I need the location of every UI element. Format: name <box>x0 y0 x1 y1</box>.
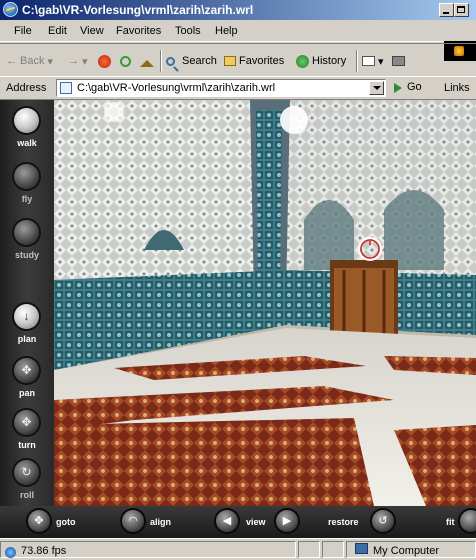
zone-label: My Computer <box>373 545 440 557</box>
go-label: Go <box>407 81 422 93</box>
pan-label: pan <box>18 388 35 398</box>
go-arrow-icon <box>392 81 404 93</box>
address-field[interactable] <box>56 79 386 97</box>
history-label: History <box>312 55 347 67</box>
stop-icon <box>98 54 111 68</box>
chevron-down-icon: ▾ <box>47 55 53 68</box>
pan-button[interactable]: ✥ <box>14 358 39 383</box>
forward-button[interactable]: → ▾ <box>68 52 88 70</box>
mail-button[interactable]: ▾ <box>362 52 384 70</box>
align-label: align <box>150 517 172 527</box>
home-button[interactable] <box>140 54 154 72</box>
address-input[interactable] <box>77 81 347 95</box>
menu-bar: File Edit View Favorites Tools Help <box>0 20 476 61</box>
minimize-button[interactable] <box>439 3 454 17</box>
address-bar: Address Go Links <box>0 77 476 100</box>
stop-button[interactable] <box>98 52 111 70</box>
turn-icon: ✥ <box>21 415 32 429</box>
search-button[interactable]: Search <box>166 52 217 70</box>
plan-label: plan <box>17 334 37 344</box>
walk-mode-button[interactable] <box>14 108 39 133</box>
goto-label: goto <box>56 517 76 527</box>
restore-label: restore <box>328 517 359 527</box>
forward-arrow-icon: → <box>68 55 79 67</box>
chevron-right-icon: ▶ <box>282 515 292 527</box>
history-icon <box>296 54 309 68</box>
search-icon <box>166 56 175 66</box>
menu-help[interactable]: Help <box>215 25 238 37</box>
chevron-left-icon: ◀ <box>222 515 232 527</box>
search-label: Search <box>182 55 217 67</box>
roll-icon: ↻ <box>21 465 32 479</box>
turn-button[interactable]: ✥ <box>14 410 39 435</box>
links-button[interactable]: Links <box>444 82 470 94</box>
nav-mode-panel: walk fly study ↓ plan ✥ pan ✥ turn ↻ rol… <box>0 100 54 506</box>
vrml-viewer[interactable]: walk fly study ↓ plan ✥ pan ✥ turn ↻ rol… <box>0 100 476 538</box>
refresh-button[interactable] <box>120 52 131 70</box>
view-label: view <box>246 517 266 527</box>
ie-icon[interactable] <box>3 2 18 17</box>
mail-icon <box>362 56 375 66</box>
back-button[interactable]: ← Back ▾ <box>6 52 53 70</box>
maximize-button[interactable] <box>454 3 469 17</box>
status-pane <box>322 541 344 558</box>
page-icon <box>60 82 72 94</box>
history-button[interactable]: History <box>296 52 346 70</box>
walk-label: walk <box>17 138 37 148</box>
menu-tools[interactable]: Tools <box>175 25 201 37</box>
address-dropdown-button[interactable] <box>369 81 384 95</box>
favorites-label: Favorites <box>239 55 285 67</box>
title-bar[interactable]: C:\gab\VR-Vorlesung\vrml\zarih\zarih.wrl <box>0 0 476 20</box>
scene-3d[interactable] <box>54 100 476 506</box>
computer-icon <box>355 543 368 554</box>
fly-mode-button[interactable] <box>14 164 39 189</box>
turn-label: turn <box>18 440 36 450</box>
fit-button[interactable] <box>460 510 476 532</box>
align-icon: ◠ <box>128 515 138 527</box>
status-pane <box>298 541 320 558</box>
standard-toolbar: ← Back ▾ → ▾ Search Favorites History ▾ <box>0 43 476 77</box>
align-button[interactable]: ◠ <box>122 510 144 532</box>
pan-icon: ✥ <box>21 363 32 377</box>
menu-favorites[interactable]: Favorites <box>116 25 161 37</box>
refresh-icon <box>120 55 131 67</box>
status-bar: 73.86 fps My Computer <box>0 538 476 560</box>
favorites-button[interactable]: Favorites <box>224 52 284 70</box>
ie-icon <box>5 547 16 558</box>
fly-label: fly <box>21 194 33 204</box>
restore-icon: ↺ <box>378 515 388 527</box>
home-icon <box>140 59 154 67</box>
back-arrow-icon: ← <box>6 55 17 67</box>
chevron-down-icon: ▾ <box>82 55 88 68</box>
restore-button[interactable]: ↺ <box>372 510 394 532</box>
study-mode-button[interactable] <box>14 220 39 245</box>
chevron-down-icon: ▾ <box>378 55 384 68</box>
plan-button[interactable]: ↓ <box>14 304 39 329</box>
arrow-down-icon: ↓ <box>23 309 30 323</box>
fps-readout: 73.86 fps <box>21 545 67 557</box>
window-title: C:\gab\VR-Vorlesung\vrml\zarih\zarih.wrl <box>22 3 254 17</box>
goto-button[interactable]: ✥ <box>28 510 50 532</box>
favorites-icon <box>224 56 236 66</box>
back-label: Back <box>20 55 45 67</box>
status-main-pane: 73.86 fps <box>0 541 296 558</box>
menu-view[interactable]: View <box>80 25 104 37</box>
viewer-control-bar: ✥ goto ◠ align ◀ view ▶ restore ↺ fit <box>0 506 476 538</box>
menu-file[interactable]: File <box>14 25 32 37</box>
fit-label: fit <box>446 517 455 527</box>
print-button[interactable] <box>392 52 405 70</box>
menu-edit[interactable]: Edit <box>48 25 67 37</box>
toolbar-separator <box>356 50 358 72</box>
goto-icon: ✥ <box>34 515 44 527</box>
address-label: Address <box>6 82 47 94</box>
study-label: study <box>14 250 39 260</box>
print-icon <box>392 56 405 66</box>
go-button[interactable]: Go <box>392 81 422 93</box>
roll-button[interactable]: ↻ <box>14 460 39 485</box>
toolbar-separator <box>160 50 162 72</box>
next-view-button[interactable]: ▶ <box>276 510 298 532</box>
previous-view-button[interactable]: ◀ <box>216 510 238 532</box>
roll-label: roll <box>19 490 34 500</box>
